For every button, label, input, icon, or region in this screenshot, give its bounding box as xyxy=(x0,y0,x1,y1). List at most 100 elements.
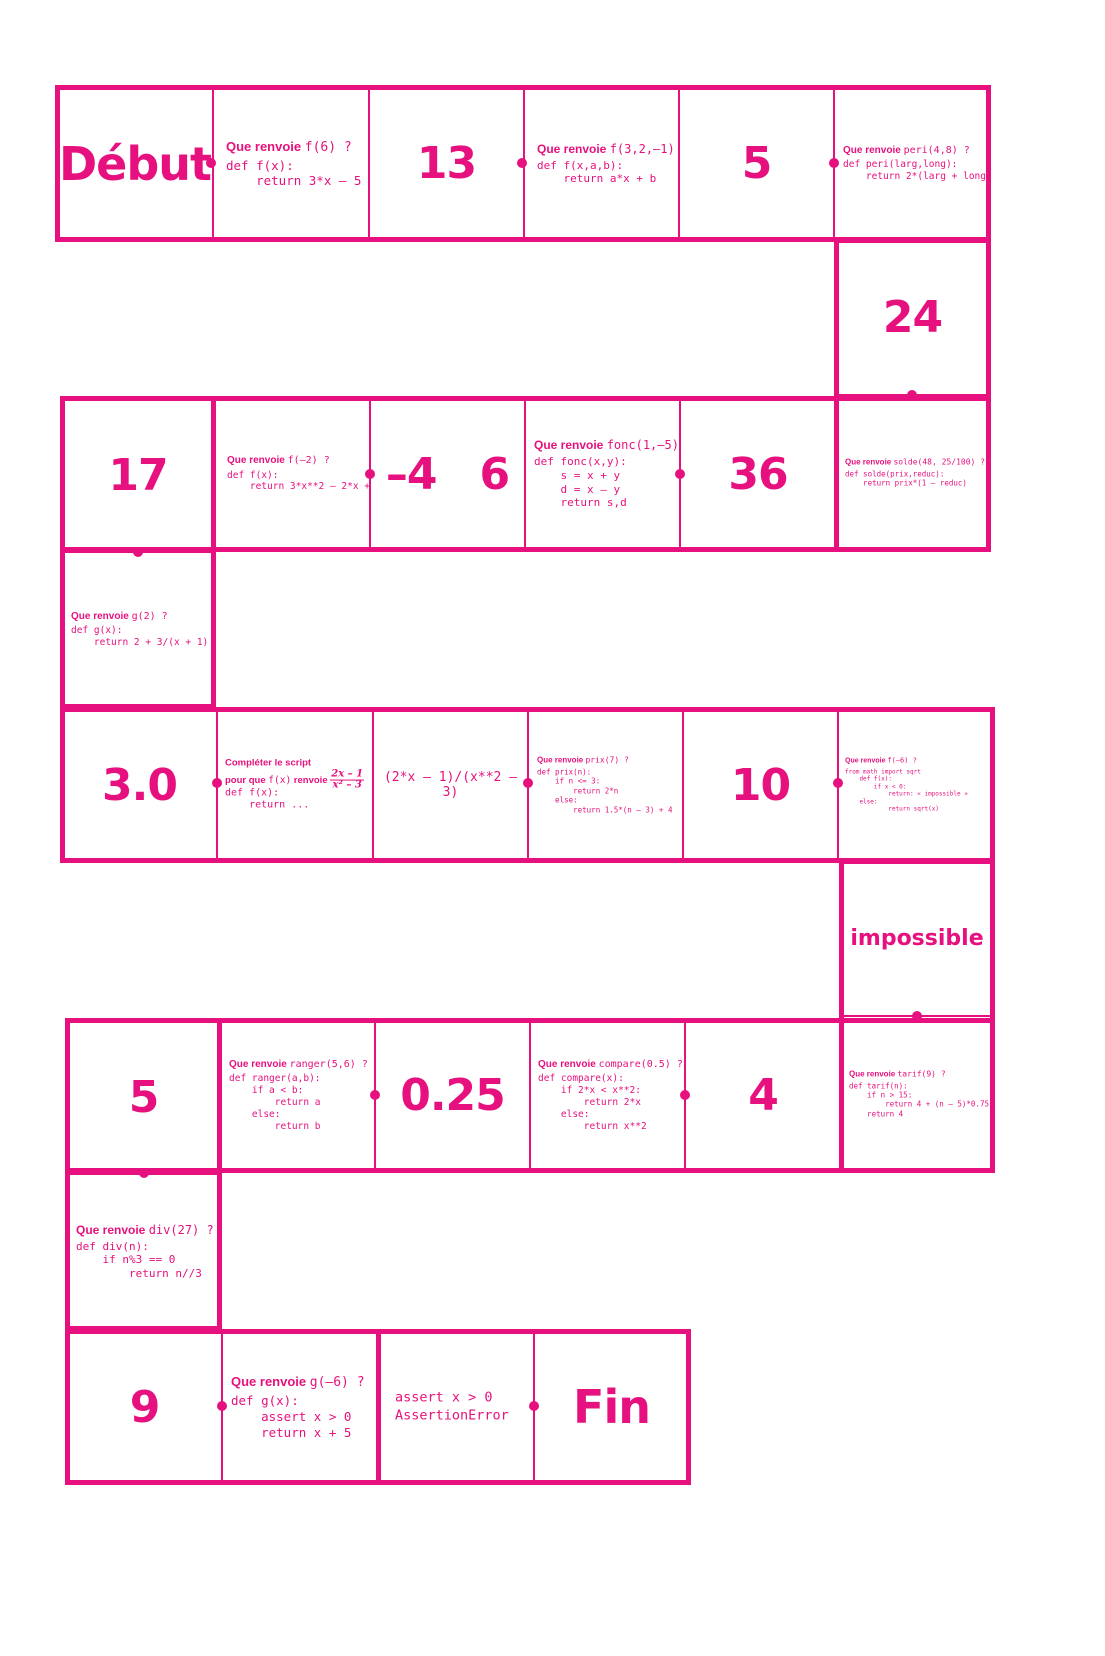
answer-9: 9 xyxy=(129,1381,161,1433)
cell-answer-17: 17 xyxy=(62,398,214,552)
code-block: def f(x,a,b): return a*x + b xyxy=(537,158,657,185)
cell-question-f6: Que renvoie f(6) ? def f(x): return 3*x … xyxy=(213,87,369,240)
connector-dot xyxy=(217,1401,227,1411)
question-call: fonc(1,–5) ? xyxy=(606,438,679,452)
answer-17: 17 xyxy=(108,449,168,501)
question-title: Que renvoie xyxy=(843,144,904,156)
connector-dot xyxy=(365,469,375,479)
cell-answer-10: 10 xyxy=(683,709,838,861)
question-fm2: Que renvoie f(–2) ? def f(x): return 3*x… xyxy=(227,454,370,493)
question-g2: Que renvoie g(2) ? def g(x): return 2 + … xyxy=(71,610,209,648)
question-call: f(–6) ? xyxy=(887,756,917,765)
code-block: def compare(x): if 2*x < x**2: return 2*… xyxy=(538,1073,647,1132)
cell-answer-24: 24 xyxy=(836,240,989,395)
cell-answer-36: 36 xyxy=(680,398,836,550)
cell-answer-assertion-error: assert x > 0 AssertionError xyxy=(378,1331,534,1483)
connector-dot xyxy=(680,1090,690,1100)
question-f321: Que renvoie f(3,2,–1) ? def f(x,a,b): re… xyxy=(537,141,678,186)
question-title: Que renvoie xyxy=(534,438,607,452)
connector-dot xyxy=(139,1168,149,1178)
question-title: Que renvoie xyxy=(71,610,132,622)
answer-m4-6: –4 6 xyxy=(385,448,510,500)
cell-question-g2: Que renvoie g(2) ? def g(x): return 2 + … xyxy=(62,552,214,707)
code-block: def g(x): return 2 + 3/(x + 1) xyxy=(71,624,209,648)
answer-impossible: impossible xyxy=(850,926,984,951)
answer-0-25: 0.25 xyxy=(400,1070,506,1121)
question-gm6: Que renvoie g(–6) ? def g(x): assert x >… xyxy=(231,1374,371,1440)
start-label: Début xyxy=(58,136,212,191)
answer-36: 36 xyxy=(728,448,788,500)
code-block: def fonc(x,y): s = x + y d = x – y retur… xyxy=(534,455,627,510)
cell-question-ranger: Que renvoie ranger(5,6) ? def ranger(a,b… xyxy=(220,1020,375,1171)
code-block: def ranger(a,b): if a < b: return a else… xyxy=(229,1073,321,1132)
cell-question-gm6: Que renvoie g(–6) ? def g(x): assert x >… xyxy=(222,1331,378,1483)
cell-answer-impossible: impossible xyxy=(841,861,993,1016)
cell-answer-m4-6: –4 6 xyxy=(370,398,525,550)
answer-24: 24 xyxy=(882,292,943,343)
fraction-denominator: x² – 3 xyxy=(332,779,362,791)
connector-dot xyxy=(523,778,533,788)
answer-5: 5 xyxy=(741,138,773,189)
question-fm6: Que renvoie f(–6) ? from math import sqr… xyxy=(845,757,986,814)
connector-dot xyxy=(912,1011,922,1021)
question-call: prix(7) ? xyxy=(585,755,629,765)
connector-dot xyxy=(675,469,685,479)
code-block: def f(x): return 3*x – 5 xyxy=(226,157,362,189)
connector-dot xyxy=(370,1090,380,1100)
cell-question-solde: Que renvoie solde(48, 25/100) ? def sold… xyxy=(836,395,989,550)
cell-question-prix: Que renvoie prix(7) ? def prix(n): if n … xyxy=(528,709,683,861)
cell-question-compare: Que renvoie compare(0.5) ? def compare(x… xyxy=(530,1020,685,1171)
question-ranger: Que renvoie ranger(5,6) ? def ranger(a,b… xyxy=(229,1059,368,1133)
answer-expression: (2*x – 1)/(x**2 – 3) xyxy=(383,770,518,800)
fraction: 2x – 1 x² – 3 xyxy=(330,769,365,791)
code-block: def g(x): assert x > 0 return x + 5 xyxy=(231,1393,352,1440)
cell-answer-3-0: 3.0 xyxy=(62,709,217,861)
cell-end: Fin xyxy=(534,1331,689,1483)
question-title: Que renvoie xyxy=(76,1222,149,1237)
question-title: Que renvoie xyxy=(537,755,586,765)
cell-question-fm6: Que renvoie f(–6) ? from math import sqr… xyxy=(838,709,993,861)
question-complete: Compléter le script pour que f(x) renvoi… xyxy=(225,758,370,813)
answer-10: 10 xyxy=(730,759,791,811)
cell-answer-5-bottom: 5 xyxy=(67,1020,220,1174)
question-peri: Que renvoie peri(4,8) ? def peri(larg,lo… xyxy=(843,144,989,182)
game-board: Début Que renvoie f(6) ? def f(x): retur… xyxy=(0,0,1105,1656)
question-compare: Que renvoie compare(0.5) ? def compare(x… xyxy=(538,1058,683,1133)
question-call: f(–2) ? xyxy=(287,454,330,466)
code-block: def div(n): if n%3 == 0 return n//3 xyxy=(76,1239,202,1280)
cell-question-peri: Que renvoie peri(4,8) ? def peri(larg,lo… xyxy=(834,87,989,240)
connector-dot xyxy=(517,158,527,168)
complete-text: renvoie xyxy=(291,774,328,786)
cell-question-complete: Compléter le script pour que f(x) renvoi… xyxy=(217,709,373,861)
question-div: Que renvoie div(27) ? def div(n): if n%3… xyxy=(76,1222,214,1280)
answer-3-0: 3.0 xyxy=(102,759,178,811)
connector-dot xyxy=(829,158,839,168)
connector-dot xyxy=(833,778,843,788)
code-block: def peri(larg,long): return 2*(larg + lo… xyxy=(843,158,989,182)
question-fonc: Que renvoie fonc(1,–5) ? def fonc(x,y): … xyxy=(534,438,679,510)
question-call: f(3,2,–1) ? xyxy=(609,141,678,156)
question-title: Que renvoie xyxy=(538,1058,599,1070)
code-block: def tarif(n): if n > 15: return 4 + (n –… xyxy=(849,1080,989,1118)
question-call: ranger(5,6) ? xyxy=(289,1058,368,1070)
cell-start: Début xyxy=(57,87,213,240)
cell-answer-9: 9 xyxy=(67,1331,222,1483)
code-block: def f(x): return 3*x**2 – 2*x + 1 xyxy=(227,469,370,493)
question-title: Que renvoie xyxy=(845,457,894,467)
connector-dot xyxy=(206,158,216,168)
question-call: f(6) ? xyxy=(304,139,352,155)
cell-question-tarif: Que renvoie tarif(9) ? def tarif(n): if … xyxy=(841,1016,993,1171)
question-solde: Que renvoie solde(48, 25/100) ? def sold… xyxy=(845,457,985,488)
code-block: def solde(prix,reduc): return prix*(1 – … xyxy=(845,469,967,488)
question-title: Que renvoie xyxy=(226,138,305,154)
code-block: def prix(n): if n <= 3: return 2*n else:… xyxy=(537,767,673,815)
cell-answer-expression: (2*x – 1)/(x**2 – 3) xyxy=(373,709,528,861)
question-title: Que renvoie xyxy=(229,1058,290,1070)
question-call: peri(4,8) ? xyxy=(903,144,970,156)
question-call: compare(0.5) ? xyxy=(598,1058,683,1070)
answer-4: 4 xyxy=(748,1070,779,1121)
answer-5: 5 xyxy=(128,1071,160,1123)
connector-dot xyxy=(133,547,143,557)
question-call: solde(48, 25/100) ? xyxy=(893,457,985,467)
connector-dot xyxy=(529,1401,539,1411)
